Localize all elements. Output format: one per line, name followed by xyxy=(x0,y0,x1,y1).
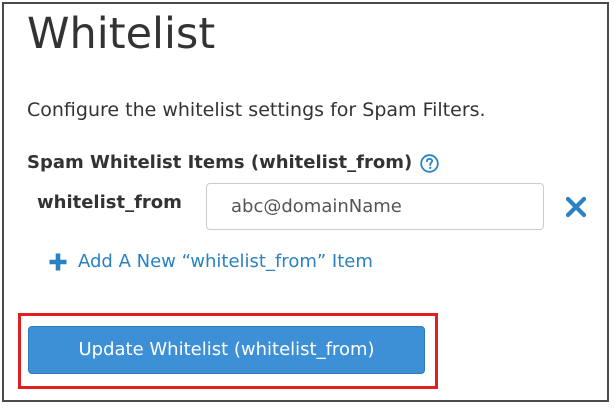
section-header: Spam Whitelist Items (whitelist_from) xyxy=(27,150,439,176)
add-new-item-link[interactable]: Add A New “whitelist_from” Item xyxy=(48,249,373,275)
page-description: Configure the whitelist settings for Spa… xyxy=(27,99,486,121)
plus-icon xyxy=(48,252,68,272)
page-title: Whitelist xyxy=(27,9,216,59)
add-new-item-label: Add A New “whitelist_from” Item xyxy=(78,251,373,272)
whitelist-item-label: whitelist_from xyxy=(37,192,182,213)
question-circle-icon[interactable] xyxy=(420,153,439,173)
whitelist-from-input[interactable] xyxy=(206,183,544,230)
update-whitelist-button[interactable]: Update Whitelist (whitelist_from) xyxy=(28,326,425,374)
section-label: Spam Whitelist Items (whitelist_from) xyxy=(27,152,413,173)
close-x-icon[interactable] xyxy=(565,196,587,218)
